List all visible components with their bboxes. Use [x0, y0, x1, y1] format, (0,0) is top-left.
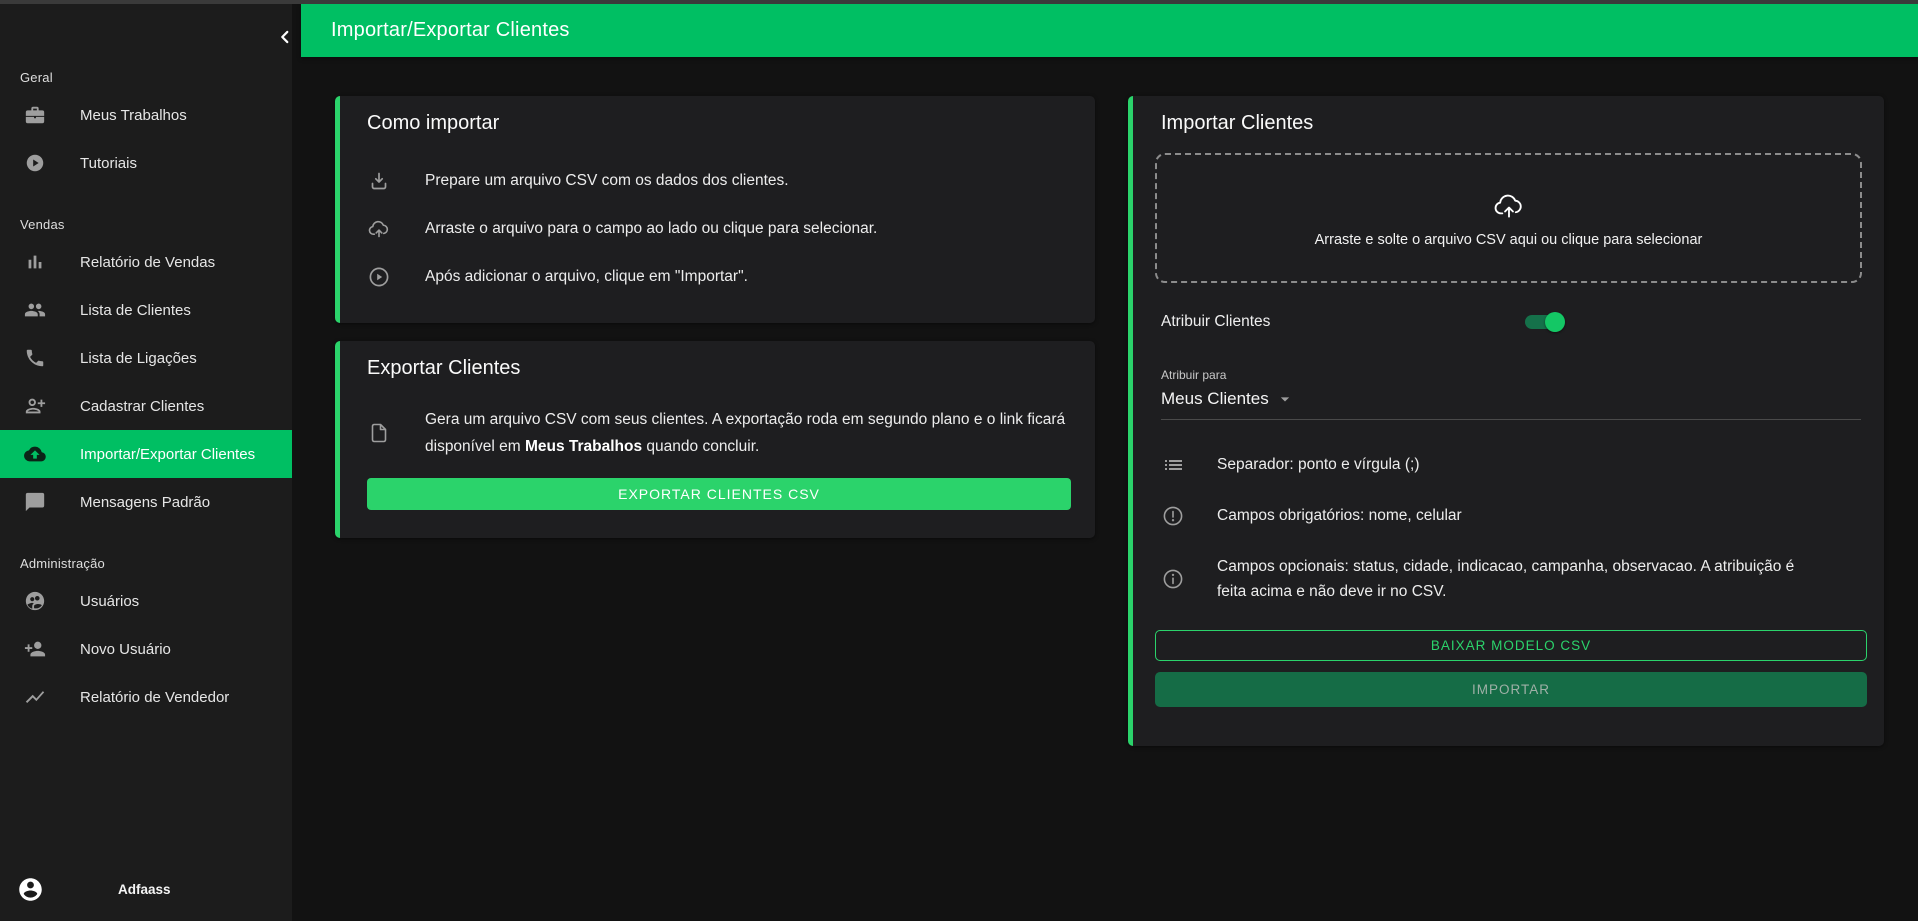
error-outline-icon: [1161, 504, 1185, 528]
sidebar-item-label: Mensagens Padrão: [80, 494, 210, 511]
info-row-optional-fields: Campos opcionais: status, cidade, indica…: [1161, 554, 1862, 604]
sidebar-item-label: Usuários: [80, 593, 139, 610]
step-text: Prepare um arquivo CSV com os dados dos …: [425, 172, 789, 190]
sidebar-item-label: Novo Usuário: [80, 641, 171, 658]
content: Como importar Prepare um arquivo CSV com…: [292, 57, 1918, 746]
import-clients-card: Importar Clientes Arraste e solte o arqu…: [1128, 96, 1884, 746]
step-text: Após adicionar o arquivo, clique em "Imp…: [425, 268, 748, 286]
sidebar-nav: Geral Meus Trabalhos Tutoriais Vendas Re…: [0, 4, 292, 857]
csv-dropzone[interactable]: Arraste e solte o arquivo CSV aqui ou cl…: [1155, 153, 1862, 283]
window-top-strip: [0, 0, 1918, 4]
sidebar: Geral Meus Trabalhos Tutoriais Vendas Re…: [0, 4, 292, 921]
import-step-2: Arraste o arquivo para o campo ao lado o…: [367, 217, 1071, 241]
play-circle-icon: [24, 152, 80, 174]
sidebar-item-novo-usuario[interactable]: Novo Usuário: [0, 625, 292, 673]
info-row-required-fields: Campos obrigatórios: nome, celular: [1161, 503, 1862, 528]
sidebar-item-meus-trabalhos[interactable]: Meus Trabalhos: [0, 91, 292, 139]
import-step-3: Após adicionar o arquivo, clique em "Imp…: [367, 265, 1071, 289]
sidebar-item-mensagens-padrao[interactable]: Mensagens Padrão: [0, 478, 292, 526]
import-step-1: Prepare um arquivo CSV com os dados dos …: [367, 169, 1071, 193]
file-outline-icon: [367, 421, 391, 445]
cloud-upload-outline-icon: [367, 217, 391, 241]
sidebar-item-label: Tutoriais: [80, 155, 137, 172]
sidebar-item-label: Relatório de Vendedor: [80, 689, 229, 706]
user-name: Adfaass: [118, 882, 171, 897]
sidebar-collapse-button[interactable]: [272, 24, 298, 50]
assign-to-select[interactable]: Atribuir para Meus Clientes: [1161, 368, 1861, 420]
chat-icon: [24, 491, 80, 513]
person-add-outline-icon: [24, 395, 80, 417]
sidebar-item-label: Meus Trabalhos: [80, 107, 187, 124]
list-icon: [1161, 453, 1185, 477]
account-circle-icon: [17, 876, 44, 903]
import-button[interactable]: IMPORTAR: [1155, 672, 1867, 707]
sidebar-item-cadastrar-clientes[interactable]: Cadastrar Clientes: [0, 382, 292, 430]
assign-clients-toggle[interactable]: [1525, 312, 1565, 332]
sidebar-item-importar-exportar-clientes[interactable]: Importar/Exportar Clientes: [0, 430, 292, 478]
assign-to-value: Meus Clientes: [1161, 389, 1269, 409]
sidebar-item-lista-de-ligacoes[interactable]: Lista de Ligações: [0, 334, 292, 382]
import-info-list: Separador: ponto e vírgula (;) Campos ob…: [1161, 452, 1862, 604]
info-outline-icon: [1161, 567, 1185, 591]
sidebar-item-label: Importar/Exportar Clientes: [80, 446, 255, 463]
bar-chart-icon: [24, 251, 80, 273]
sidebar-user-row[interactable]: Adfaass: [0, 857, 292, 921]
main-area: Importar/Exportar Clientes Como importar…: [292, 4, 1918, 921]
briefcase-icon: [24, 104, 80, 126]
export-description-row: Gera um arquivo CSV com seus clientes. A…: [367, 406, 1071, 460]
dropzone-text: Arraste e solte o arquivo CSV aqui ou cl…: [1315, 232, 1703, 248]
how-to-import-card: Como importar Prepare um arquivo CSV com…: [335, 96, 1095, 323]
step-text: Arraste o arquivo para o campo ao lado o…: [425, 220, 877, 238]
sidebar-item-tutoriais[interactable]: Tutoriais: [0, 139, 292, 187]
trend-line-icon: [24, 686, 80, 708]
sidebar-section-geral: Geral: [20, 70, 292, 85]
sidebar-item-label: Cadastrar Clientes: [80, 398, 204, 415]
assign-to-label: Atribuir para: [1161, 368, 1861, 382]
export-clients-card: Exportar Clientes Gera um arquivo CSV co…: [335, 341, 1095, 538]
chevron-down-icon: [1275, 389, 1295, 409]
download-icon: [367, 169, 391, 193]
bold-meus-trabalhos: Meus Trabalhos: [525, 438, 642, 455]
sidebar-item-label: Lista de Clientes: [80, 302, 191, 319]
sidebar-section-vendas: Vendas: [20, 217, 292, 232]
person-add-filled-icon: [24, 638, 80, 660]
toggle-thumb: [1545, 312, 1565, 332]
card-title: Importar Clientes: [1161, 112, 1862, 135]
cloud-upload-outline-icon: [1488, 189, 1530, 223]
info-text: Campos obrigatórios: nome, celular: [1217, 503, 1462, 528]
app-bar: Importar/Exportar Clientes: [301, 4, 1918, 57]
info-text: Separador: ponto e vírgula (;): [1217, 452, 1419, 477]
phone-icon: [24, 347, 80, 369]
sidebar-item-relatorio-de-vendas[interactable]: Relatório de Vendas: [0, 238, 292, 286]
card-title: Como importar: [367, 112, 1071, 135]
assign-to-value-row: Meus Clientes: [1161, 389, 1861, 409]
left-column: Como importar Prepare um arquivo CSV com…: [335, 96, 1095, 746]
sidebar-item-label: Relatório de Vendas: [80, 254, 215, 271]
assign-clients-label: Atribuir Clientes: [1161, 313, 1525, 331]
sidebar-item-label: Lista de Ligações: [80, 350, 197, 367]
export-description: Gera um arquivo CSV com seus clientes. A…: [425, 406, 1071, 460]
info-row-separator: Separador: ponto e vírgula (;): [1161, 452, 1862, 477]
sidebar-item-usuarios[interactable]: Usuários: [0, 577, 292, 625]
export-csv-button[interactable]: EXPORTAR CLIENTES CSV: [367, 478, 1071, 510]
page-title: Importar/Exportar Clientes: [331, 19, 570, 42]
people-icon: [24, 299, 80, 321]
download-template-button[interactable]: BAIXAR MODELO CSV: [1155, 630, 1867, 661]
info-text: Campos opcionais: status, cidade, indica…: [1217, 554, 1817, 604]
sidebar-item-lista-de-clientes[interactable]: Lista de Clientes: [0, 286, 292, 334]
assign-clients-row: Atribuir Clientes: [1161, 310, 1862, 334]
sidebar-item-relatorio-de-vendedor[interactable]: Relatório de Vendedor: [0, 673, 292, 721]
cloud-upload-icon: [24, 443, 80, 465]
card-title: Exportar Clientes: [367, 357, 1071, 380]
play-circle-outline-icon: [367, 265, 391, 289]
sidebar-section-administracao: Administração: [20, 556, 292, 571]
chevron-left-icon: [274, 26, 296, 48]
users-circle-icon: [24, 590, 80, 612]
